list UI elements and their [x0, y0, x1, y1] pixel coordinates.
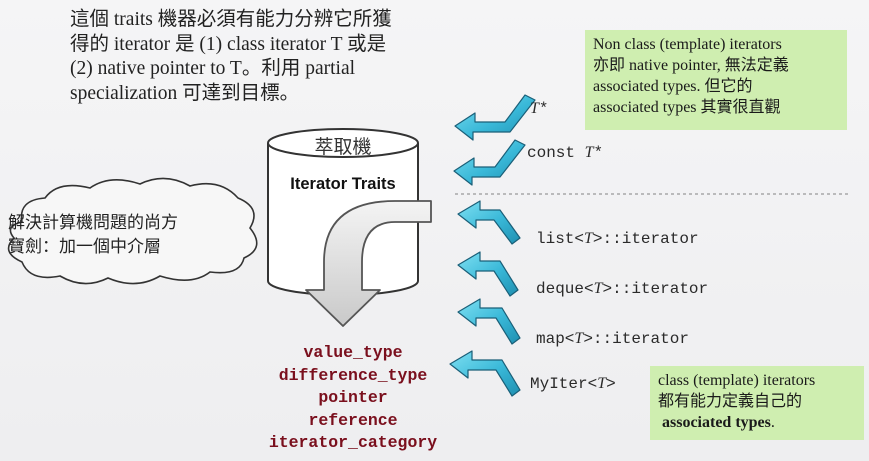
deque-iterator-label: deque<T>::iterator [536, 280, 708, 298]
pointer-label: T* [530, 100, 549, 118]
label-suffix: >::iterator [602, 280, 709, 298]
type-param: T [584, 230, 593, 247]
label-prefix: MyIter< [530, 375, 598, 393]
associated-type-item: pointer [318, 388, 388, 407]
note-class-iterators: class (template) iterators 都有能力定義自己的 ass… [650, 366, 864, 440]
list-iterator-label: list<T>::iterator [536, 230, 699, 248]
extractor-title: 萃取機 [314, 136, 372, 158]
label-suffix: >::iterator [592, 230, 699, 248]
cloud-line: 解決計算機問題的尚方 [8, 213, 178, 233]
arrow-class-iter-2 [457, 251, 519, 297]
associated-type-item: value_type [303, 343, 403, 362]
associated-type-item: reference [308, 410, 398, 430]
arrow-pointer-1 [454, 94, 536, 141]
type-param: T [593, 280, 603, 297]
label-suffix: * [538, 100, 549, 118]
map-iterator-label: map<T>::iterator [536, 330, 689, 348]
type-param: T [597, 375, 607, 392]
myiter-label: MyIter<T> [530, 375, 616, 393]
label-prefix: list< [536, 230, 585, 248]
label-prefix: const [527, 144, 585, 162]
label-prefix: map< [536, 330, 575, 348]
label-suffix: >::iterator [583, 330, 689, 348]
note-line: class (template) iterators [658, 372, 816, 389]
associated-type-item: difference_type [278, 365, 428, 385]
cloud-text: 解決計算機問題的尚方 寶劍：加一個中介層 [8, 211, 248, 259]
note-line-end: . [770, 414, 775, 431]
iterator-traits-label: Iterator Traits [290, 175, 396, 193]
type-param: T [530, 100, 539, 117]
note-line: 都有能力定義自己的 [658, 393, 803, 410]
label-suffix: > [606, 375, 616, 393]
associated-type-item: iterator_category [268, 433, 438, 452]
cloud-line: 寶劍：加一個中介層 [8, 237, 161, 257]
note-bold-text: associated types [662, 414, 771, 431]
associated-types-list: value_type difference_type pointer refer… [248, 342, 458, 455]
label-suffix: * [593, 144, 604, 162]
label-prefix: deque< [536, 280, 594, 298]
type-param: T [584, 144, 594, 161]
const-pointer-label: const T* [527, 144, 603, 162]
type-param: T [574, 330, 584, 347]
note-line: associated types. [658, 412, 854, 433]
arrow-class-iter-4 [449, 350, 521, 397]
arrow-class-iter-3 [457, 298, 521, 345]
slide: 這個 traits 機器必須有能力分辨它所獲 得的 iterator 是 (1)… [0, 0, 869, 461]
arrow-pointer-2 [453, 139, 526, 186]
arrow-class-iter-1 [457, 200, 521, 245]
